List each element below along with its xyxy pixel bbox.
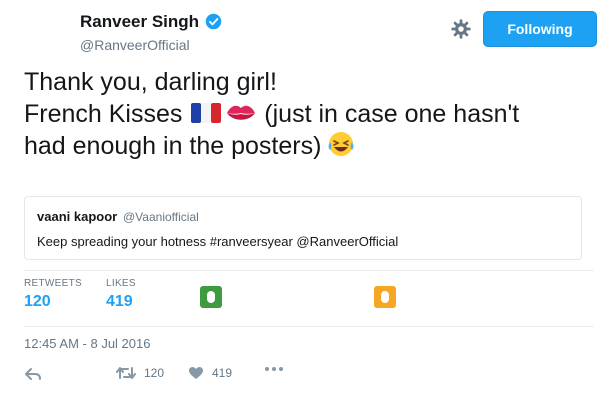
likes-label: LIKES [106,278,136,289]
egg-icon [381,291,389,303]
retweet-icon [116,367,136,379]
tweet-line-2-prefix: French Kisses [24,100,183,128]
like-count: 419 [212,366,233,380]
liker-avatar[interactable] [200,286,222,308]
quoted-tweet-text: Keep spreading your hotness #ranveersyea… [37,234,399,249]
gear-icon[interactable] [450,18,472,40]
more-dots-icon [265,367,283,371]
divider [24,326,594,327]
divider [24,270,594,271]
quoted-tweet[interactable]: vaani kapoor @Vaaniofficial Keep spreadi… [24,196,582,260]
verified-badge-icon [205,13,222,30]
tweet-stats: RETWEETS 120 LIKES 419 [24,278,594,328]
tweet-line-1: Thank you, darling girl! [24,68,277,96]
egg-icon [207,291,215,303]
retweet-count: 120 [144,366,165,380]
reply-button[interactable] [24,366,42,382]
author-handle[interactable]: @RanveerOfficial [80,37,190,53]
likes-stat[interactable]: LIKES 419 [106,278,136,311]
more-button[interactable] [264,366,284,372]
quoted-author-name: vaani kapoor [37,209,118,224]
likes-count: 419 [106,293,133,310]
tweet-line-3: had enough in the posters) [24,130,594,162]
tweet-line-2: French Kisses (just in case one hasn't [24,98,594,130]
retweets-label: RETWEETS [24,278,82,289]
retweets-count: 120 [24,293,51,310]
retweet-button[interactable]: 120 [116,366,164,380]
laughing-tears-icon [328,132,354,157]
following-button[interactable]: Following [483,11,597,47]
tweet-header: Ranveer Singh @RanveerOfficial Following [0,0,611,70]
tweet-timestamp[interactable]: 12:45 AM - 8 Jul 2016 [24,336,150,351]
avatar[interactable] [20,10,68,58]
tweet-line-2-suffix: (just in case one hasn't [264,100,520,128]
author-name[interactable]: Ranveer Singh [80,12,199,32]
tweet-text: Thank you, darling girl! French Kisses (… [24,66,594,162]
heart-icon [189,367,203,379]
tweet-line-3-text: had enough in the posters) [24,132,322,160]
like-button[interactable]: 419 [188,366,232,380]
liker-avatar[interactable] [374,286,396,308]
reply-icon [25,368,41,380]
tweet-actions: 120 419 [24,366,594,388]
retweets-stat[interactable]: RETWEETS 120 [24,278,82,311]
france-flag-icon [191,103,222,124]
kiss-mark-icon [227,106,256,121]
quoted-author-handle: @Vaaniofficial [123,210,199,224]
